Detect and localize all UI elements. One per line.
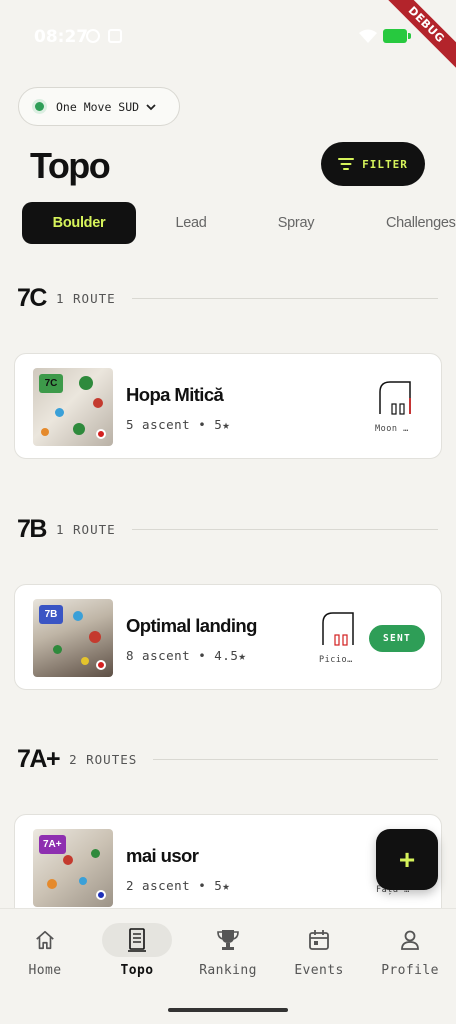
grade-section-header: 7B 1 ROUTE (17, 515, 438, 544)
nav-home[interactable]: Home (0, 923, 90, 993)
tab-boulder[interactable]: Boulder (22, 202, 136, 244)
route-name: Hopa Mitică (126, 384, 224, 405)
wall-icon (322, 612, 354, 646)
battery-icon (383, 29, 407, 43)
bottom-navigation: Home Topo Ranking Events Profile (0, 908, 456, 1024)
route-card[interactable]: 7B Optimal landing 8 ascent • 4.5★ Picio… (14, 584, 442, 690)
battery-tip (408, 33, 411, 39)
add-route-button[interactable]: + (376, 829, 438, 890)
section-divider (153, 759, 438, 760)
nav-label: Ranking (199, 963, 257, 978)
gym-name: One Move SUD (56, 99, 140, 114)
notification-icon (108, 29, 122, 43)
nav-icon-container (10, 923, 80, 957)
filter-icon (338, 158, 355, 170)
section-divider (131, 529, 438, 530)
route-meta: 2 ascent • 5★ (126, 878, 231, 893)
route-meta: 5 ascent • 5★ (126, 417, 231, 432)
nav-icon-container (284, 923, 354, 957)
section-grade: 7A+ (17, 745, 61, 773)
route-color-dot (96, 660, 106, 670)
route-thumbnail: 7A+ (33, 829, 113, 907)
trophy-icon (217, 930, 239, 950)
calendar-icon (309, 930, 329, 950)
topo-icon (128, 928, 146, 952)
gym-status-dot (35, 102, 44, 111)
wall-name: Moon … (375, 424, 409, 434)
page-title: Topo (30, 145, 111, 186)
nav-label: Events (294, 963, 344, 978)
route-color-dot (96, 890, 106, 900)
section-route-count: 1 ROUTE (55, 522, 116, 537)
nav-icon-container (375, 923, 445, 957)
route-meta: 8 ascent • 4.5★ (126, 648, 247, 663)
filter-button[interactable]: FILTER (321, 142, 425, 186)
nav-profile[interactable]: Profile (365, 923, 455, 993)
tab-challenges[interactable]: Challenges (376, 202, 456, 244)
gym-selector[interactable]: One Move SUD (18, 87, 180, 126)
wall-name: Picio… (319, 655, 353, 665)
route-thumbnail: 7B (33, 599, 113, 677)
nav-label: Profile (381, 963, 439, 978)
tab-spray[interactable]: Spray (256, 202, 336, 244)
wall-icon (379, 381, 411, 415)
section-grade: 7C (17, 284, 47, 312)
route-grade-badge: 7A+ (39, 835, 66, 854)
filter-label: FILTER (362, 157, 408, 171)
status-bar: 08:27 (0, 0, 456, 70)
route-thumbnail: 7C (33, 368, 113, 446)
chevron-down-icon (146, 103, 156, 110)
nav-label: Home (28, 963, 62, 978)
tab-lead[interactable]: Lead (152, 202, 230, 244)
wifi-icon (359, 29, 377, 43)
grade-section-header: 7A+ 2 ROUTES (17, 745, 438, 774)
section-divider (131, 298, 438, 299)
person-icon (401, 930, 419, 950)
route-name: Optimal landing (126, 615, 257, 636)
route-grade-badge: 7C (39, 374, 63, 393)
section-route-count: 2 ROUTES (69, 752, 138, 767)
grade-section-header: 7C 1 ROUTE (17, 284, 438, 313)
home-indicator (168, 1008, 288, 1012)
nav-label: Topo (120, 963, 154, 978)
sync-icon (86, 29, 100, 43)
discipline-tabs: Boulder Lead Spray Challenges (0, 202, 456, 244)
section-route-count: 1 ROUTE (55, 291, 116, 306)
nav-events[interactable]: Events (274, 923, 364, 993)
nav-icon-container (193, 923, 263, 957)
status-time: 08:27 (34, 27, 89, 47)
nav-icon-container (102, 923, 172, 957)
route-color-dot (96, 429, 106, 439)
nav-ranking[interactable]: Ranking (183, 923, 273, 993)
home-icon (36, 930, 54, 950)
nav-topo[interactable]: Topo (92, 923, 182, 993)
route-name: mai usor (126, 845, 199, 866)
route-grade-badge: 7B (39, 605, 63, 624)
sent-badge: SENT (369, 625, 425, 652)
section-grade: 7B (17, 515, 47, 543)
route-card[interactable]: 7C Hopa Mitică 5 ascent • 5★ Moon … (14, 353, 442, 459)
plus-icon: + (398, 843, 416, 875)
